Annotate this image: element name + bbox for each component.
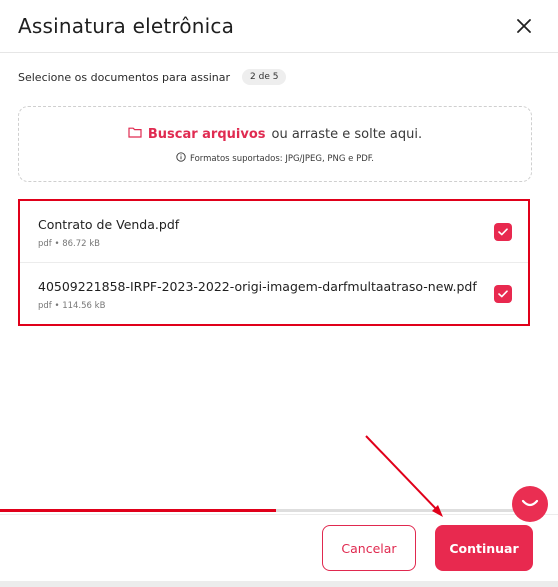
file-name: 40509221858-IRPF-2023-2022-origi-imagem-… <box>38 279 477 294</box>
dropzone-formats: Formatos suportados: JPG/JPEG, PNG e PDF… <box>19 152 531 165</box>
check-icon <box>498 228 508 236</box>
info-icon <box>176 152 186 165</box>
signature-modal: Assinatura eletrônica Selecione os docum… <box>0 0 558 587</box>
file-checkbox[interactable] <box>494 223 512 241</box>
modal-title: Assinatura eletrônica <box>18 14 235 38</box>
selected-files-list: Contrato de Venda.pdf pdf • 86.72 kB 405… <box>18 199 530 326</box>
file-row[interactable]: Contrato de Venda.pdf pdf • 86.72 kB <box>20 201 528 263</box>
file-row[interactable]: 40509221858-IRPF-2023-2022-origi-imagem-… <box>20 263 528 324</box>
file-meta: pdf • 114.56 kB <box>38 301 106 311</box>
file-dropzone[interactable]: Buscar arquivos ou arraste e solte aqui.… <box>18 106 532 182</box>
modal-header: Assinatura eletrônica <box>0 0 558 53</box>
progress-fill <box>0 509 276 512</box>
dropzone-suffix: ou arraste e solte aqui. <box>271 127 423 142</box>
cancel-button[interactable]: Cancelar <box>322 525 416 571</box>
subheader: Selecione os documentos para assinar 2 d… <box>18 66 287 88</box>
bottom-bar <box>0 581 558 587</box>
browse-files-link[interactable]: Buscar arquivos <box>148 127 266 142</box>
document-count-badge: 2 de 5 <box>242 69 287 85</box>
check-icon <box>498 290 508 298</box>
file-name: Contrato de Venda.pdf <box>38 217 180 232</box>
file-meta: pdf • 86.72 kB <box>38 239 100 249</box>
dropzone-prompt: Buscar arquivos ou arraste e solte aqui. <box>19 127 531 142</box>
subheader-label: Selecione os documentos para assinar <box>18 70 231 84</box>
continue-button[interactable]: Continuar <box>435 525 533 571</box>
file-checkbox[interactable] <box>494 285 512 303</box>
formats-note: Formatos suportados: JPG/JPEG, PNG e PDF… <box>190 153 374 164</box>
folder-icon <box>128 127 142 142</box>
close-icon[interactable] <box>512 14 536 38</box>
footer-divider <box>0 514 558 515</box>
chat-support-icon[interactable] <box>512 486 548 522</box>
